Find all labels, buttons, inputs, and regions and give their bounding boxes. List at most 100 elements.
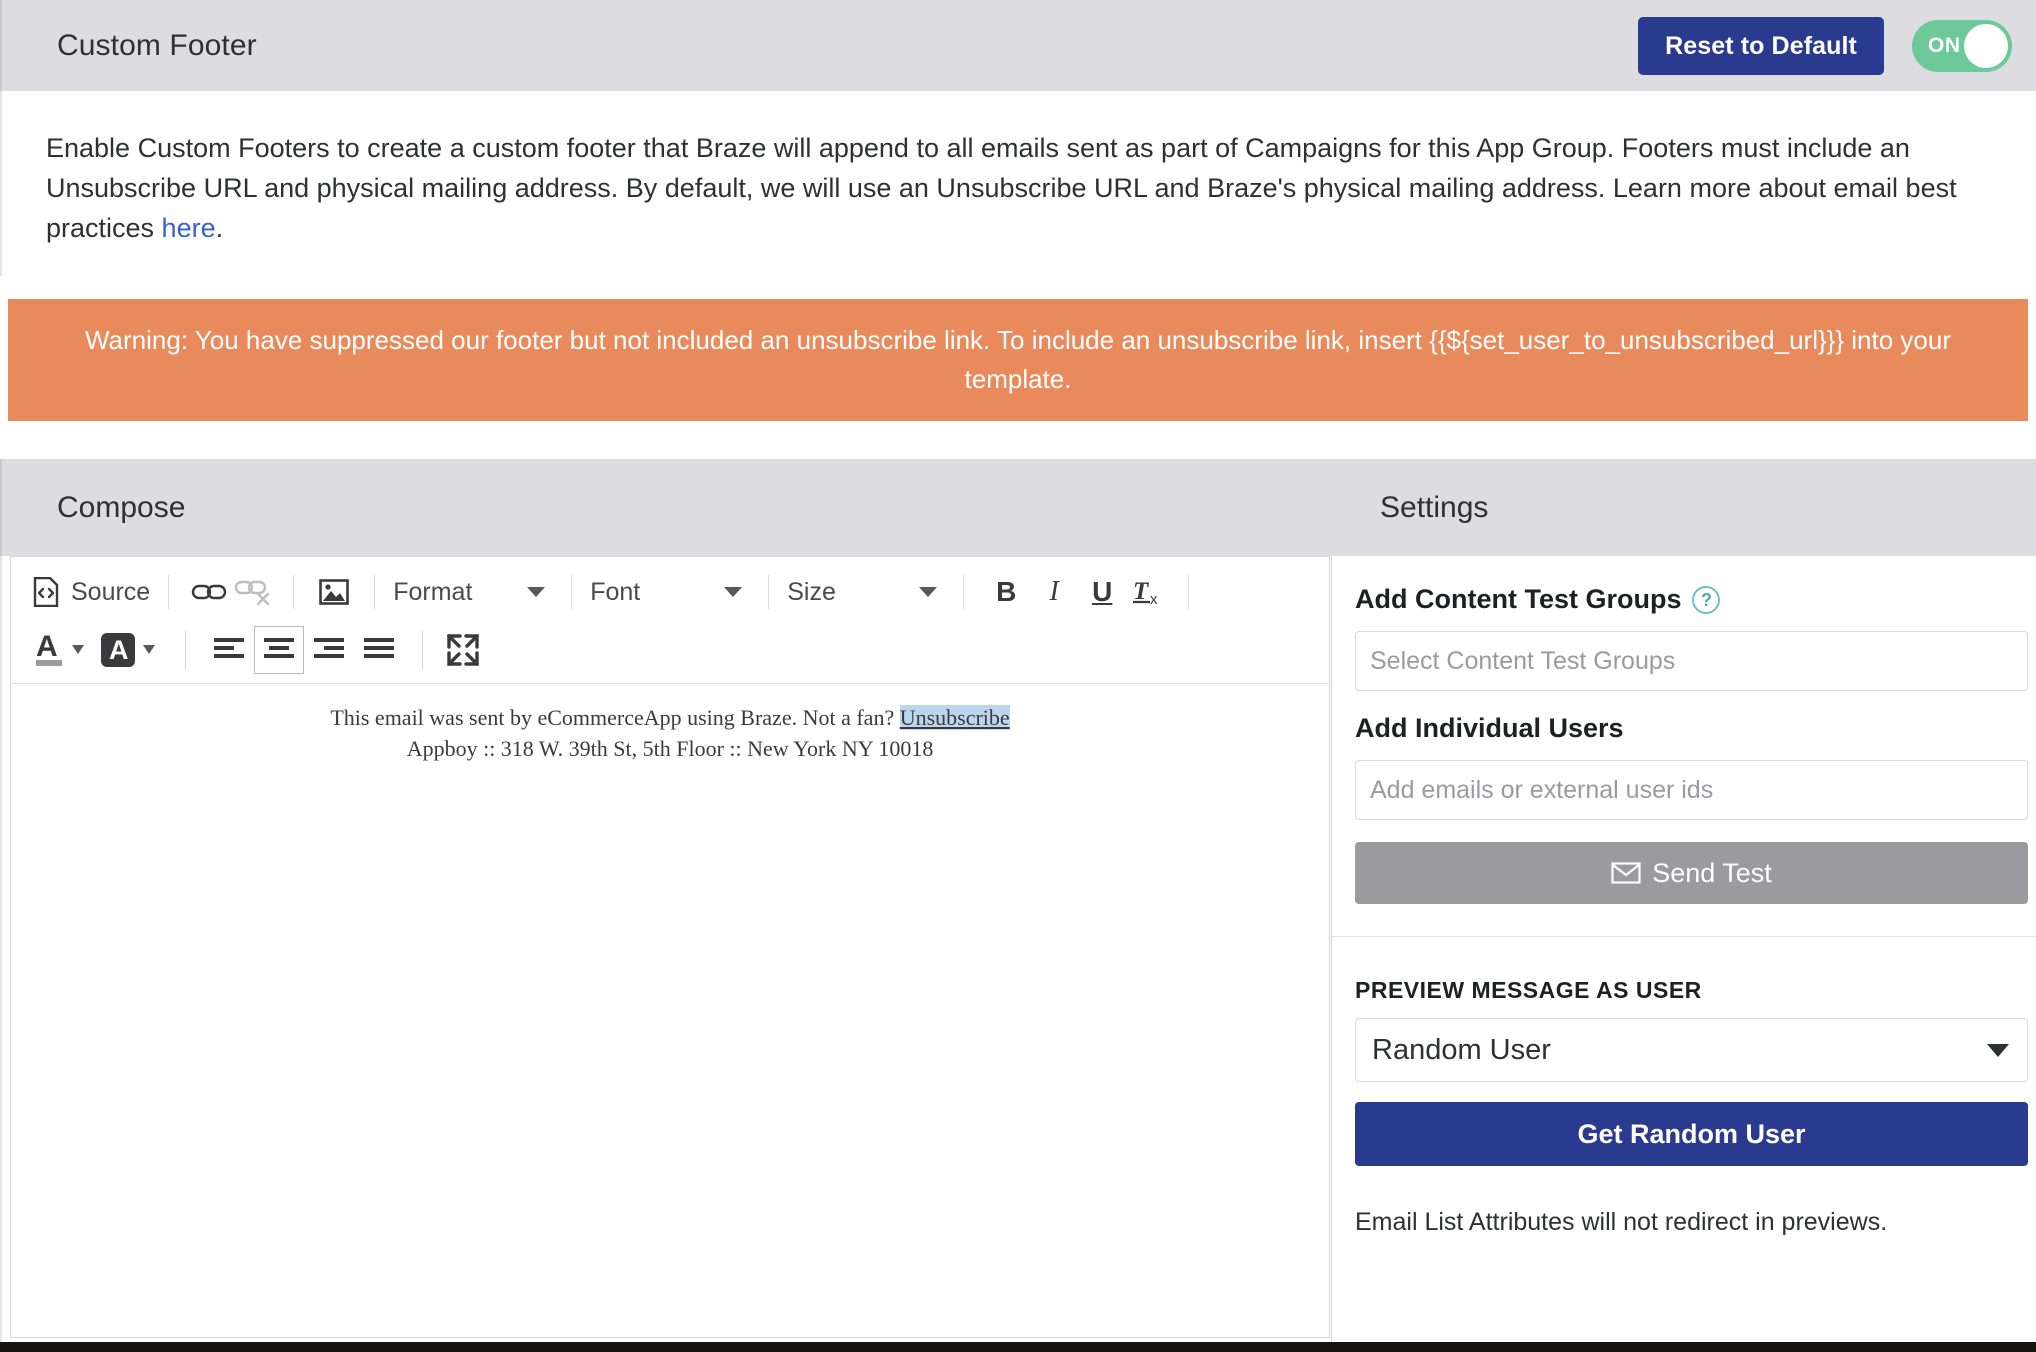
font-dropdown[interactable]: Font — [590, 578, 750, 607]
toolbar-row-1: Source Format Font Size B I U T x — [11, 563, 1329, 621]
chevron-down-icon — [724, 587, 743, 597]
text-color-button[interactable]: A — [33, 627, 97, 673]
content-test-groups-label-row: Add Content Test Groups ? — [1355, 584, 2028, 615]
font-label: Font — [590, 577, 641, 606]
align-center-icon — [264, 637, 294, 663]
toolbar-row-2: A A — [11, 621, 1329, 679]
svg-text:A: A — [109, 635, 129, 665]
editor-settings-split: Source Format Font Size B I U T x A A Th… — [0, 556, 2036, 1342]
settings-column: Add Content Test Groups ? Add Individual… — [1331, 556, 2036, 1342]
preview-user-select[interactable]: Random User — [1355, 1018, 2028, 1082]
align-center-button[interactable] — [254, 626, 304, 674]
reset-to-default-button[interactable]: Reset to Default — [1638, 16, 1884, 75]
description-block: Enable Custom Footers to create a custom… — [0, 91, 2036, 276]
size-label: Size — [787, 577, 836, 606]
envelope-icon — [1611, 861, 1641, 885]
bold-button[interactable]: B — [982, 576, 1030, 608]
chevron-down-icon — [919, 587, 938, 597]
rich-text-editor: Source Format Font Size B I U T x A A Th… — [10, 556, 1330, 1338]
preview-note: Email List Attributes will not redirect … — [1355, 1208, 1888, 1236]
maximize-icon — [446, 633, 480, 667]
description-paragraph: Enable Custom Footers to create a custom… — [46, 128, 1996, 248]
description-text-before: Enable Custom Footers to create a custom… — [46, 133, 1957, 243]
toolbar-separator — [571, 575, 573, 609]
align-left-button[interactable] — [204, 626, 254, 674]
get-random-user-button[interactable]: Get Random User — [1355, 1102, 2028, 1166]
content-test-groups-input[interactable] — [1355, 631, 2028, 691]
editor-toolbar: Source Format Font Size B I U T x A A — [11, 557, 1329, 684]
insert-image-button[interactable] — [312, 569, 356, 615]
unlink-icon — [234, 578, 272, 606]
individual-users-label-row: Add Individual Users — [1355, 713, 2028, 744]
toolbar-separator — [963, 575, 965, 609]
footer-line-1: This email was sent by eCommerceApp usin… — [11, 702, 1329, 733]
preview-settings-inner: PREVIEW MESSAGE AS USER Random User Get … — [1331, 937, 2036, 1237]
background-color-button[interactable]: A — [97, 627, 167, 673]
email-best-practices-link[interactable]: here — [162, 213, 216, 243]
toggle-knob — [1964, 23, 2008, 68]
align-left-icon — [214, 637, 244, 663]
toggle-state-label: ON — [1928, 33, 1961, 57]
settings-divider — [1331, 556, 1332, 1342]
underline-button[interactable]: U — [1078, 576, 1126, 608]
compose-column: Source Format Font Size B I U T x A A Th… — [0, 556, 1331, 1342]
footer-email-content: This email was sent by eCommerceApp usin… — [11, 702, 1329, 764]
italic-button[interactable]: I — [1030, 576, 1078, 608]
individual-users-label: Add Individual Users — [1355, 713, 1624, 743]
align-right-button[interactable] — [304, 626, 354, 674]
chevron-down-icon — [527, 587, 546, 597]
header-actions: Reset to Default ON — [1638, 0, 2012, 91]
align-justify-icon — [364, 637, 394, 663]
compose-settings-header: Compose Settings — [0, 459, 2036, 556]
toolbar-separator — [1188, 575, 1190, 609]
help-icon[interactable]: ? — [1692, 585, 1721, 614]
format-dropdown[interactable]: Format — [393, 578, 553, 607]
compose-section-title: Compose — [57, 490, 186, 524]
preview-message-label: PREVIEW MESSAGE AS USER — [1355, 977, 1702, 1003]
format-label: Format — [393, 577, 473, 606]
footer-line-1-text: This email was sent by eCommerceApp usin… — [330, 705, 900, 730]
maximize-button[interactable] — [441, 627, 485, 673]
unsubscribe-link[interactable]: Unsubscribe — [899, 705, 1010, 730]
footer-line-2: Appboy :: 318 W. 39th St, 5th Floor :: N… — [406, 736, 934, 761]
settings-inner: Add Content Test Groups ? Add Individual… — [1331, 556, 2036, 936]
unsubscribe-warning-banner: Warning: You have suppressed our footer … — [8, 299, 2028, 421]
toolbar-separator — [768, 575, 770, 609]
link-icon — [191, 580, 227, 604]
align-right-icon — [314, 637, 344, 663]
page-title: Custom Footer — [57, 28, 257, 62]
send-test-button[interactable]: Send Test — [1355, 842, 2028, 904]
size-dropdown[interactable]: Size — [787, 578, 945, 607]
toolbar-separator — [293, 575, 295, 609]
custom-footer-page: Custom Footer Reset to Default ON Enable… — [0, 0, 2036, 1352]
source-label: Source — [71, 577, 151, 606]
toolbar-separator — [168, 575, 170, 609]
custom-footer-toggle[interactable]: ON — [1912, 19, 2012, 72]
warning-message: Warning: You have suppressed our footer … — [84, 325, 1951, 394]
svg-text:x: x — [1150, 591, 1158, 608]
editor-content-area[interactable]: This email was sent by eCommerceApp usin… — [11, 684, 1329, 1337]
text-color-icon: A — [36, 629, 94, 671]
send-test-label: Send Test — [1652, 857, 1772, 888]
toolbar-separator — [374, 575, 376, 609]
background-color-icon: A — [101, 629, 163, 671]
section-header: Custom Footer Reset to Default ON — [0, 0, 2036, 91]
toolbar-separator — [185, 630, 186, 670]
bottom-bar — [0, 1342, 2036, 1352]
align-justify-button[interactable] — [354, 626, 404, 674]
content-test-groups-label: Add Content Test Groups — [1355, 584, 1682, 614]
source-button[interactable]: Source — [33, 577, 150, 607]
svg-text:A: A — [36, 630, 58, 663]
individual-users-input[interactable] — [1355, 760, 2028, 820]
settings-section-title: Settings — [1380, 490, 1489, 524]
source-code-icon — [33, 577, 59, 607]
unlink-button[interactable] — [231, 569, 275, 615]
chevron-down-icon — [1987, 1043, 2009, 1057]
description-text-after: . — [215, 213, 224, 243]
remove-format-icon: T x — [1131, 576, 1165, 608]
image-icon — [319, 578, 350, 606]
insert-link-button[interactable] — [187, 569, 231, 615]
remove-format-button[interactable]: T x — [1126, 569, 1170, 615]
preview-user-value: Random User — [1372, 1033, 1551, 1066]
toolbar-separator — [422, 630, 423, 670]
